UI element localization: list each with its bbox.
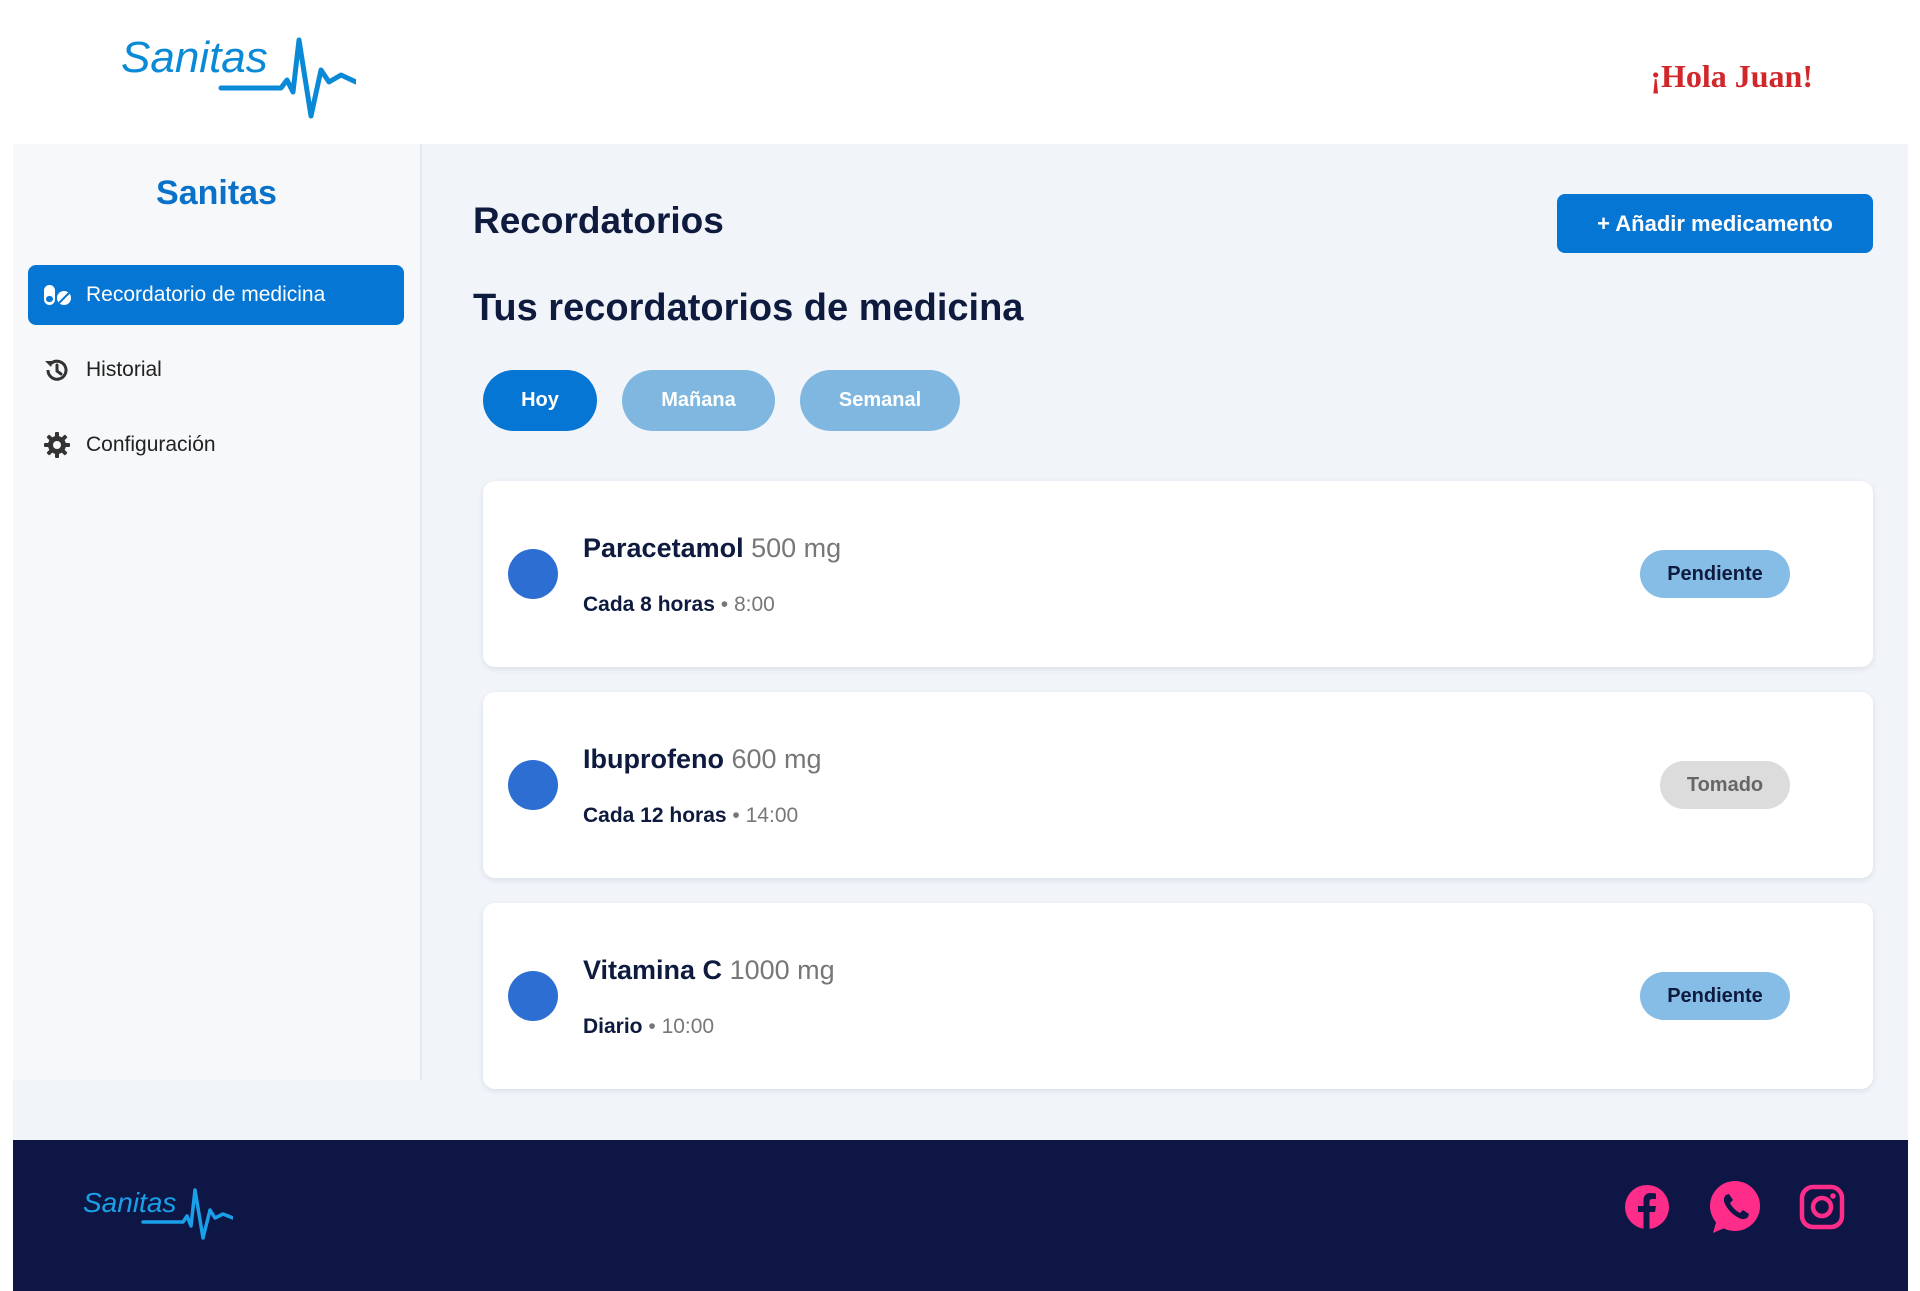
sidebar: Sanitas Recordatorio de medicina Histori… [13, 144, 422, 1080]
footer-logo-text: Sanitas [83, 1187, 176, 1218]
schedule-frequency: Diario [583, 1015, 643, 1038]
footer-sanitas-logo[interactable]: Sanitas [83, 1182, 233, 1240]
reminder-card[interactable]: Paracetamol 500 mg Cada 8 horas • 8:00 P… [483, 481, 1873, 667]
schedule-time: 14:00 [745, 804, 799, 827]
medication-dose: 600 mg [731, 744, 822, 774]
page-title: Recordatorios [473, 200, 724, 241]
whatsapp-icon[interactable] [1707, 1179, 1763, 1235]
section-title: Tus recordatorios de medicina [473, 287, 1024, 329]
add-medication-button[interactable]: + Añadir medicamento [1557, 194, 1873, 253]
facebook-icon[interactable] [1622, 1182, 1672, 1232]
medication-dose: 500 mg [751, 533, 842, 563]
tab-weekly[interactable]: Semanal [800, 370, 960, 431]
app-frame: Sanitas ¡Hola Juan! Sanitas Recordatorio… [13, 0, 1908, 1291]
logo-text: Sanitas [121, 33, 268, 82]
sidebar-item-history[interactable]: Historial [28, 340, 404, 400]
schedule-time: 8:00 [733, 593, 775, 616]
reminder-card[interactable]: Ibuprofeno 600 mg Cada 12 horas • 14:00 … [483, 692, 1873, 878]
sidebar-item-settings[interactable]: Configuración [28, 415, 404, 475]
top-header: Sanitas ¡Hola Juan! [13, 0, 1908, 144]
medication-color-dot [508, 760, 558, 810]
footer: Sanitas [13, 1140, 1908, 1291]
schedule-separator: • [732, 804, 740, 827]
schedule-time: 10:00 [661, 1015, 715, 1038]
tab-today[interactable]: Hoy [483, 370, 597, 431]
medication-schedule: Cada 8 horas • 8:00 [583, 593, 775, 617]
medication-schedule: Cada 12 horas • 14:00 [583, 804, 798, 828]
reminder-card[interactable]: Vitamina C 1000 mg Diario • 10:00 Pendie… [483, 903, 1873, 1089]
sidebar-item-label: Historial [86, 358, 162, 381]
medication-name: Paracetamol [583, 533, 744, 563]
status-badge[interactable]: Pendiente [1640, 550, 1790, 598]
sanitas-logo[interactable]: Sanitas [121, 30, 356, 120]
schedule-separator: • [720, 593, 729, 616]
medication-dose: 1000 mg [729, 955, 835, 985]
history-icon [42, 355, 72, 385]
schedule-frequency: Cada 12 horas [583, 804, 727, 827]
schedule-separator: • [648, 1015, 656, 1038]
medication-color-dot [508, 971, 558, 1021]
status-badge[interactable]: Pendiente [1640, 972, 1790, 1020]
medication-name: Ibuprofeno [583, 744, 724, 774]
schedule-frequency: Cada 8 horas [583, 593, 715, 616]
tab-tomorrow[interactable]: Mañana [622, 370, 775, 431]
status-badge[interactable]: Tomado [1660, 761, 1790, 809]
sidebar-item-label: Recordatorio de medicina [86, 283, 326, 306]
greeting-text: ¡Hola Juan! [1650, 58, 1813, 94]
instagram-icon[interactable] [1797, 1182, 1847, 1232]
medication-schedule: Diario • 10:00 [583, 1015, 714, 1039]
gear-icon [42, 430, 72, 460]
sidebar-item-medicine-reminder[interactable]: Recordatorio de medicina [28, 265, 404, 325]
sidebar-item-label: Configuración [86, 433, 216, 456]
medication-title: Vitamina C 1000 mg [583, 955, 835, 986]
pills-icon [42, 280, 72, 310]
medication-color-dot [508, 549, 558, 599]
medication-title: Paracetamol 500 mg [583, 533, 841, 564]
sidebar-brand: Sanitas [156, 174, 277, 212]
medication-title: Ibuprofeno 600 mg [583, 744, 822, 775]
medication-name: Vitamina C [583, 955, 723, 985]
